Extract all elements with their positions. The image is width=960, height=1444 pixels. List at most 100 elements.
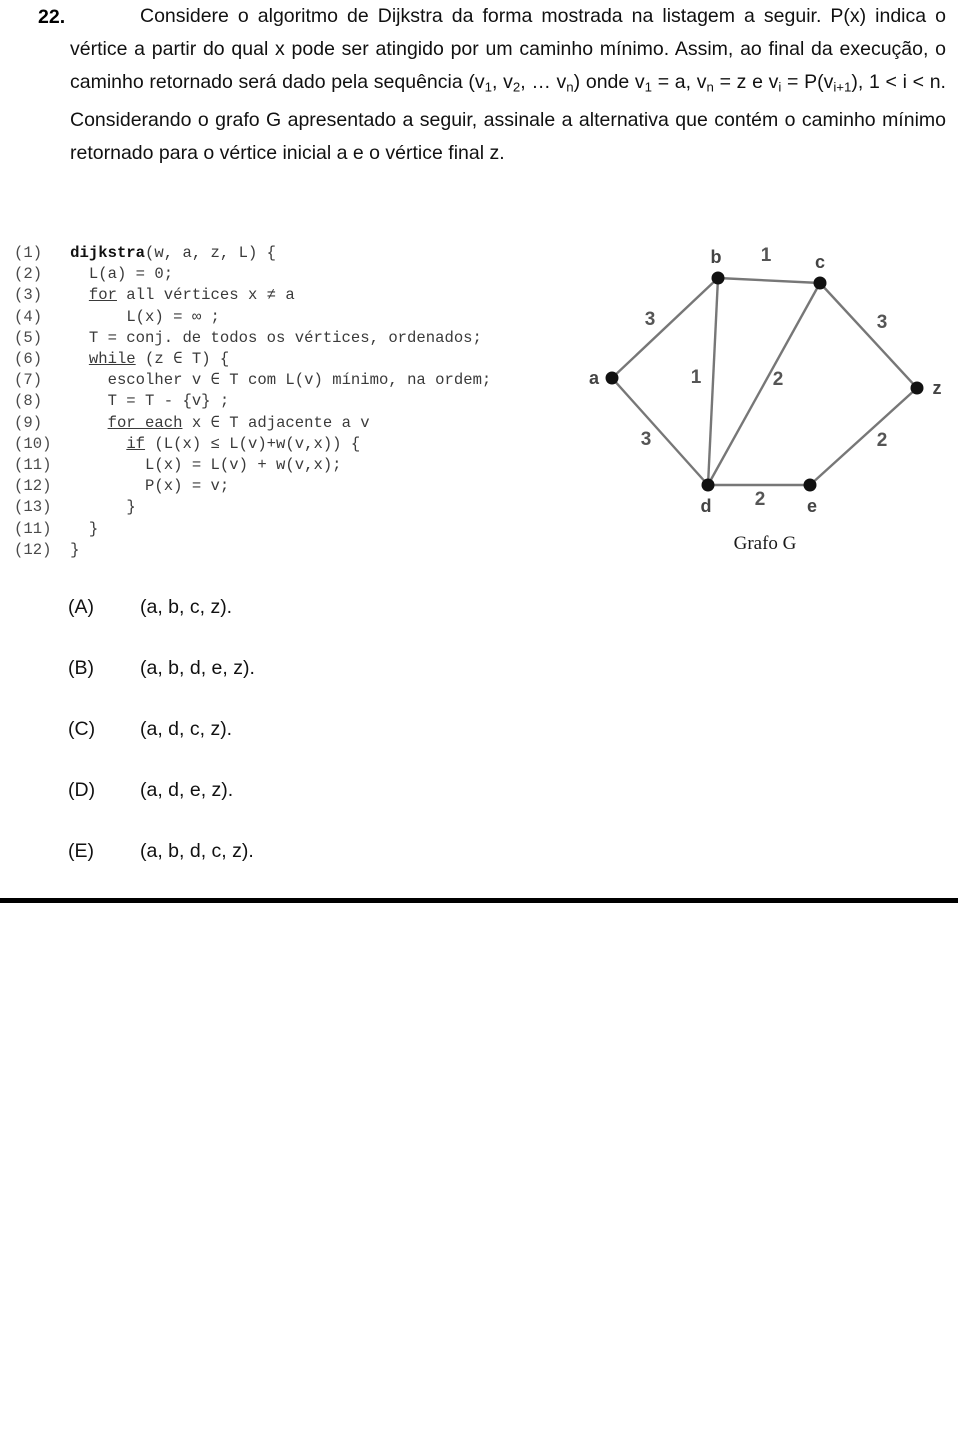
code-line-number: (11) xyxy=(14,519,71,538)
subscript-text: 1 xyxy=(484,79,493,95)
code-line: (13) } xyxy=(14,497,491,518)
code-text: (z ∈ T) { xyxy=(135,350,230,369)
code-text: T = conj. de todos os vértices, ordenado… xyxy=(88,328,482,347)
code-line-number: (2) xyxy=(14,265,71,284)
code-line-number: (1) xyxy=(14,244,71,262)
graph-node-label: a xyxy=(589,368,600,388)
graph-diagram: 3 3 1 1 2 3 2 2 a b c d e z xyxy=(589,245,942,516)
code-keyword-underline: if xyxy=(126,434,146,453)
code-line: (12) P(x) = v; xyxy=(14,476,491,497)
graph-node-label: z xyxy=(933,378,942,398)
question-text: Considere o algoritmo de Dijkstra da for… xyxy=(70,0,946,170)
option-row[interactable]: (B) (a, b, d, e, z). xyxy=(0,657,960,705)
code-text: L(x) = ∞ ; xyxy=(126,307,220,326)
graph-node xyxy=(711,271,725,285)
graph-node xyxy=(605,371,619,385)
code-keyword-underline: while xyxy=(88,350,136,369)
subscript-text: i+1 xyxy=(833,79,852,95)
code-line-number: (12) xyxy=(14,540,71,559)
code-text: L(a) = 0; xyxy=(88,265,174,284)
code-keyword-underline: for xyxy=(88,286,117,305)
graph-node xyxy=(813,276,827,290)
graph-edge xyxy=(819,282,918,389)
option-letter: (C) xyxy=(68,718,96,740)
code-line: (6) while (z ∈ T) { xyxy=(14,349,491,370)
option-letter: (D) xyxy=(68,779,96,801)
edge-weight-label: 2 xyxy=(755,489,766,510)
option-text: (a, b, c, z). xyxy=(140,596,233,618)
graph-edge xyxy=(809,387,918,486)
code-text: all vértices x ≠ a xyxy=(116,286,295,305)
body-text: = a, v xyxy=(652,71,707,94)
option-row[interactable]: (D) (a, d, e, z). xyxy=(0,779,960,827)
graph-node xyxy=(803,478,817,492)
graph-edge xyxy=(717,276,821,285)
code-line: (1) dijkstra(w, a, z, L) { xyxy=(14,243,491,264)
edge-weight-label: 2 xyxy=(877,430,888,451)
option-row[interactable]: (A) (a, b, c, z). xyxy=(0,596,960,644)
graph-node-label: c xyxy=(815,252,825,272)
code-line-number: (9) xyxy=(14,413,71,432)
code-line-number: (11) xyxy=(14,456,71,475)
graph-edge xyxy=(611,377,709,486)
code-line: (2) L(a) = 0; xyxy=(14,264,491,285)
code-listing: (1) dijkstra(w, a, z, L) {(2) L(a) = 0;(… xyxy=(14,243,491,561)
graph-node-label: b xyxy=(711,247,722,267)
graph-edge xyxy=(611,277,719,379)
code-text: } xyxy=(126,498,136,517)
edge-weight-label: 3 xyxy=(641,429,652,450)
body-text: = P(v xyxy=(781,71,834,94)
code-line-number: (3) xyxy=(14,286,71,305)
code-line-number: (10) xyxy=(14,434,71,453)
code-line: (12) } xyxy=(14,540,491,561)
body-text: , v xyxy=(492,71,513,94)
option-text: (a, b, d, e, z). xyxy=(140,657,255,679)
body-text: , … v xyxy=(520,71,567,94)
code-text: T = T - {v} ; xyxy=(107,392,230,411)
code-line: (7) escolher v ∈ T com L(v) mínimo, na o… xyxy=(14,370,491,391)
option-text: (a, d, c, z). xyxy=(140,718,233,740)
option-letter: (E) xyxy=(68,840,94,862)
graph-caption: Grafo G xyxy=(733,533,797,554)
subscript-text: n xyxy=(706,79,714,95)
code-text: P(x) = v; xyxy=(145,477,230,496)
body-text: ) onde v xyxy=(573,71,645,94)
body-text: = z e v xyxy=(713,71,779,94)
option-letter: (A) xyxy=(68,596,94,618)
code-line: (5) T = conj. de todos os vértices, orde… xyxy=(14,328,491,349)
option-row[interactable]: (E) (a, b, d, c, z). xyxy=(0,840,960,888)
graph-node-label: d xyxy=(701,496,712,516)
code-line: (8) T = T - {v} ; xyxy=(14,391,491,412)
graph-edge xyxy=(706,277,720,486)
code-line-number: (5) xyxy=(14,328,71,347)
graph-node xyxy=(701,478,715,492)
code-line-number: (8) xyxy=(14,392,71,411)
edge-weight-label: 1 xyxy=(691,367,702,388)
subscript-text: 1 xyxy=(644,79,653,95)
graph-node-label: e xyxy=(807,496,817,516)
code-line-number: (4) xyxy=(14,307,71,326)
option-row[interactable]: (C) (a, d, c, z). xyxy=(0,718,960,766)
footer-divider xyxy=(0,898,958,903)
option-letter: (B) xyxy=(68,657,94,679)
option-text: (a, b, d, c, z). xyxy=(140,840,254,862)
code-text: L(x) = L(v) + w(v,x); xyxy=(145,456,342,475)
code-text: } xyxy=(88,519,99,538)
code-line-number: (7) xyxy=(14,371,71,390)
code-text: (L(x) ≤ L(v)+w(v,x)) { xyxy=(145,434,361,453)
code-keyword-bold: dijkstra xyxy=(70,244,146,262)
question-number: 22. xyxy=(38,6,66,28)
code-line: (11) } xyxy=(14,519,491,540)
graph-node xyxy=(910,381,924,395)
edge-weight-label: 1 xyxy=(761,245,772,266)
